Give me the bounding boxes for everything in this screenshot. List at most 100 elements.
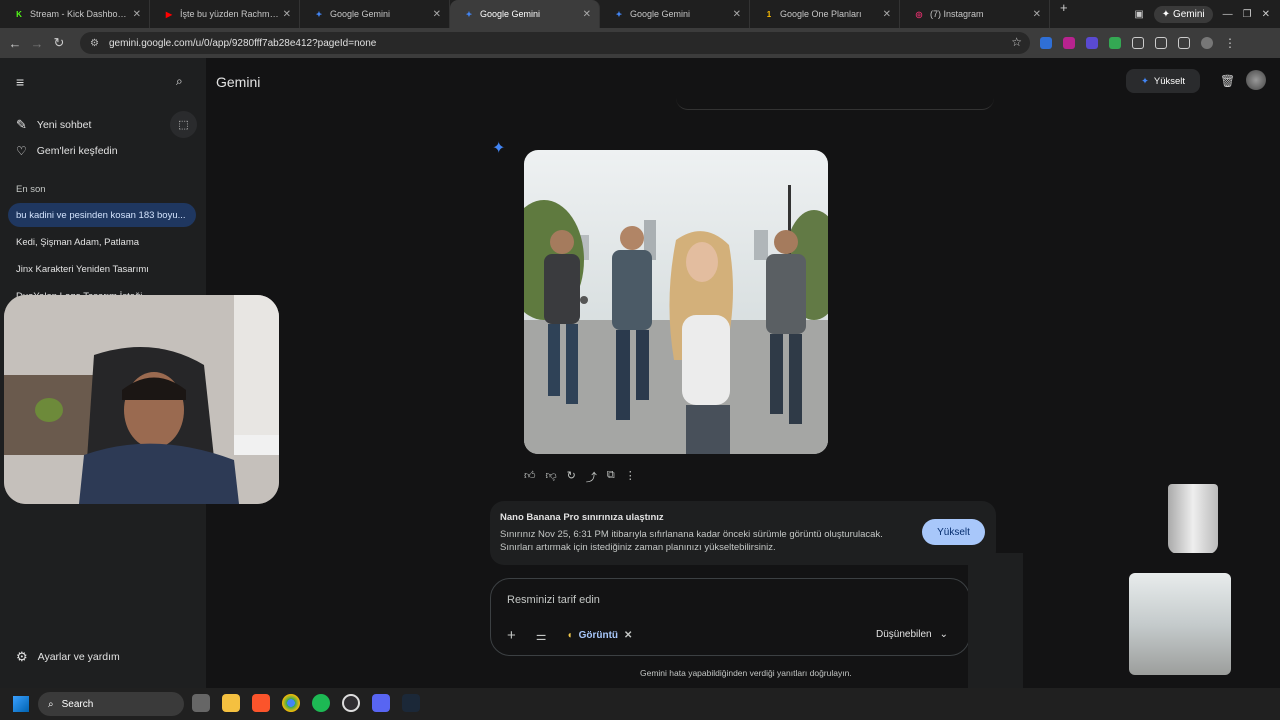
task-view-icon[interactable] bbox=[192, 694, 210, 712]
discord-icon[interactable] bbox=[372, 694, 390, 712]
webcam-overlay bbox=[4, 295, 279, 504]
settings-label: Ayarlar ve yardım bbox=[37, 651, 120, 663]
recent-chat-item[interactable]: Kedi, Şişman Adam, Patlama bbox=[8, 230, 196, 254]
chip-close-icon[interactable]: ✕ bbox=[624, 630, 632, 641]
browser-tab[interactable]: ✦ Google Gemini ✕ bbox=[450, 0, 600, 28]
browser-tab[interactable]: ◎ (7) Instagram ✕ bbox=[900, 0, 1050, 28]
mini-image bbox=[1129, 573, 1231, 675]
copy-icon[interactable]: ⧉ bbox=[607, 469, 615, 485]
tab-favicon-icon: ✦ bbox=[315, 9, 323, 19]
notice-title: Nano Banana Pro sınırınıza ulaştınız bbox=[500, 512, 664, 523]
menu-dots-icon[interactable]: ⋮ bbox=[1224, 36, 1236, 50]
user-avatar[interactable] bbox=[1246, 70, 1266, 90]
tab-close-icon[interactable]: ✕ bbox=[733, 9, 741, 20]
thumbs-up-icon[interactable]: 👍︎ bbox=[524, 469, 536, 485]
browser-tab[interactable]: ✦ Google Gemini ✕ bbox=[300, 0, 450, 28]
tab-close-icon[interactable]: ✕ bbox=[583, 9, 591, 20]
composer-tools: + ⚌ ◖ Görüntü ✕ bbox=[507, 627, 632, 644]
obs-icon[interactable] bbox=[342, 694, 360, 712]
tab-favicon-icon: ✦ bbox=[465, 9, 473, 19]
brave-icon[interactable] bbox=[252, 694, 270, 712]
tools-icon[interactable]: ⚌ bbox=[536, 629, 547, 643]
model-label: Düşünebilen bbox=[876, 629, 932, 640]
cast-icon[interactable] bbox=[1155, 37, 1167, 49]
notice-body: Sınırınız Nov 25, 6:31 PM itibarıyla sıf… bbox=[500, 529, 883, 553]
upgrade-button-top[interactable]: ✦ Yükselt bbox=[1126, 69, 1200, 93]
profile-avatar[interactable] bbox=[1201, 37, 1213, 49]
recent-chat-item[interactable]: bu kadini ve pesinden kosan 183 boyu... bbox=[8, 203, 196, 227]
image-chip[interactable]: ◖ Görüntü ✕ bbox=[567, 630, 633, 641]
regenerate-icon[interactable]: ↻ bbox=[567, 469, 576, 485]
tab-close-icon[interactable]: ✕ bbox=[1033, 9, 1041, 20]
extensions-row: ⋮ bbox=[1040, 28, 1236, 58]
gear-icon: ⚙ bbox=[16, 649, 28, 664]
recent-chat-item[interactable]: Jinx Karakteri Yeniden Tasarımı bbox=[8, 257, 196, 281]
browser-tab[interactable]: ✦ Google Gemini ✕ bbox=[600, 0, 750, 28]
address-bar[interactable]: ⚙ gemini.google.com/u/0/app/9280fff7ab28… bbox=[80, 32, 1030, 54]
tab-favicon-icon: 1 bbox=[766, 9, 772, 19]
share-icon[interactable]: ⤴ bbox=[586, 469, 597, 485]
puzzle-icon[interactable] bbox=[1132, 37, 1144, 49]
thumbs-down-icon[interactable]: 👎︎ bbox=[546, 469, 557, 485]
search-icon[interactable]: ⌕ bbox=[176, 74, 183, 89]
temporary-chat-icon[interactable]: ⬚ bbox=[170, 111, 197, 138]
add-icon[interactable]: + bbox=[507, 627, 516, 644]
browser-tab[interactable]: 1 Google One Planları ✕ bbox=[750, 0, 900, 28]
new-tab-button[interactable]: + bbox=[1060, 0, 1068, 28]
windows-start-icon[interactable] bbox=[13, 696, 29, 712]
close-window-icon[interactable]: ✕ bbox=[1262, 9, 1270, 20]
extension-icon[interactable] bbox=[1040, 37, 1052, 49]
tab-close-icon[interactable]: ✕ bbox=[883, 9, 891, 20]
more-options-icon[interactable]: ⋮ bbox=[625, 469, 636, 485]
browser-tab[interactable]: K Stream - Kick Dashboard ✕ bbox=[0, 0, 150, 28]
back-icon[interactable]: ← bbox=[4, 36, 26, 51]
trash-icon[interactable]: 🗑 bbox=[1220, 74, 1235, 88]
url-text: gemini.google.com/u/0/app/9280fff7ab28e4… bbox=[108, 37, 377, 49]
mini-sidebar bbox=[968, 553, 1023, 688]
extension-icon[interactable] bbox=[1109, 37, 1121, 49]
taskbar: ⌕ Search bbox=[0, 688, 1280, 720]
media-icon[interactable] bbox=[1178, 37, 1190, 49]
restore-icon[interactable]: ❐ bbox=[1243, 9, 1252, 20]
spotify-icon[interactable] bbox=[312, 694, 330, 712]
tab-close-icon[interactable]: ✕ bbox=[133, 9, 141, 20]
browser-tab-strip: K Stream - Kick Dashboard ✕ ▶ İşte bu yüzden… bbox=[0, 0, 1280, 28]
tab-favicon-icon: ◎ bbox=[915, 9, 923, 19]
tab-title: Google One Planları bbox=[780, 9, 862, 19]
browser-tab[interactable]: ▶ İşte bu yüzden Rachmaninoff ✕ bbox=[150, 0, 300, 28]
tab-close-icon[interactable]: ✕ bbox=[283, 9, 291, 20]
bookmark-star-icon[interactable]: ☆ bbox=[1011, 35, 1022, 49]
tab-title: (7) Instagram bbox=[930, 9, 984, 19]
settings-help-button[interactable]: ⚙ Ayarlar ve yardım bbox=[16, 649, 120, 665]
prompt-composer[interactable]: Resminizi tarif edin + ⚌ ◖ Görüntü ✕ Düş… bbox=[490, 578, 970, 656]
extension-icon[interactable] bbox=[1063, 37, 1075, 49]
limit-notice: Nano Banana Pro sınırınıza ulaştınız Sın… bbox=[490, 501, 996, 565]
gemini-pill-button[interactable]: ✦ Gemini bbox=[1153, 5, 1213, 23]
forward-icon[interactable]: → bbox=[26, 36, 48, 51]
generated-image[interactable] bbox=[524, 150, 828, 454]
explore-gems-button[interactable]: ♡ Gem'leri keşfedin bbox=[16, 144, 118, 158]
taskbar-search-label: Search bbox=[61, 698, 94, 710]
tab-close-icon[interactable]: ✕ bbox=[433, 9, 441, 20]
new-chat-label: Yeni sohbet bbox=[36, 119, 92, 131]
tab-search-icon[interactable]: ▣ bbox=[1134, 9, 1143, 20]
cup-object bbox=[1168, 484, 1218, 554]
new-chat-button[interactable]: ✎ Yeni sohbet bbox=[16, 117, 91, 133]
prompt-placeholder[interactable]: Resminizi tarif edin bbox=[507, 594, 600, 606]
notice-upgrade-button[interactable]: Yükselt bbox=[922, 519, 985, 545]
taskbar-search[interactable]: ⌕ Search bbox=[38, 692, 184, 716]
site-info-icon[interactable]: ⚙ bbox=[90, 38, 99, 49]
file-explorer-icon[interactable] bbox=[222, 694, 240, 712]
minimize-icon[interactable]: — bbox=[1223, 9, 1233, 20]
recent-heading: En son bbox=[16, 184, 46, 195]
model-selector[interactable]: Düşünebilen ⌄ bbox=[876, 629, 948, 640]
banana-icon: ◖ bbox=[566, 630, 573, 641]
chrome-icon[interactable] bbox=[282, 694, 300, 712]
gemini-sparkle-icon: ✦ bbox=[492, 140, 506, 157]
tab-favicon-icon: ▶ bbox=[165, 9, 173, 19]
reload-icon[interactable]: ↻ bbox=[48, 35, 70, 51]
steam-icon[interactable] bbox=[402, 694, 420, 712]
tab-title: Stream - Kick Dashboard bbox=[30, 9, 129, 19]
extension-icon[interactable] bbox=[1086, 37, 1098, 49]
hamburger-menu-icon[interactable]: ≡ bbox=[16, 74, 24, 90]
